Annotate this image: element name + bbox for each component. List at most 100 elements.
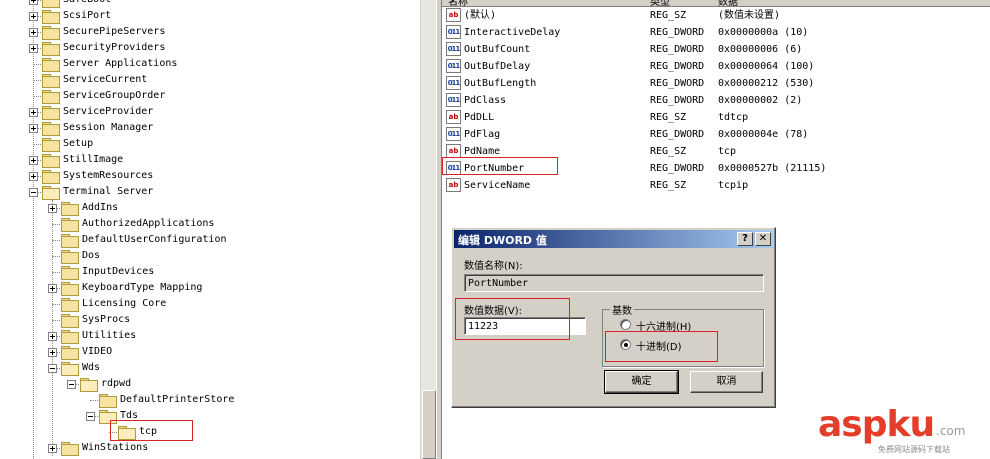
cancel-button[interactable]: 取消 xyxy=(690,371,763,393)
expand-plus-icon[interactable] xyxy=(48,332,57,341)
expand-plus-icon[interactable] xyxy=(48,444,57,453)
radio-hex[interactable] xyxy=(620,319,631,330)
tree-node-rdpwd[interactable]: rdpwd xyxy=(0,376,420,392)
folder-icon xyxy=(42,0,60,8)
tree-node-servicecurrent[interactable]: ServiceCurrent xyxy=(0,72,420,88)
folder-open-icon xyxy=(61,362,79,376)
close-button[interactable]: ✕ xyxy=(755,232,771,246)
value-row[interactable]: 011 PdClass REG_DWORD 0x00000002 (2) xyxy=(442,92,990,109)
tree-node-securepipeservers[interactable]: SecurePipeServers xyxy=(0,24,420,40)
tree-node-label: SafeBoot xyxy=(63,0,111,8)
collapse-minus-icon[interactable] xyxy=(67,380,76,389)
tree-node-dos[interactable]: Dos xyxy=(0,248,420,264)
folder-icon xyxy=(42,122,60,136)
value-type: REG_SZ xyxy=(650,112,687,123)
tree-node-label: SysProcs xyxy=(82,314,131,325)
tree-node-label: WinStations xyxy=(82,442,149,453)
folder-icon xyxy=(61,346,79,360)
expand-plus-icon[interactable] xyxy=(29,12,38,21)
ok-button[interactable]: 确定 xyxy=(604,370,679,394)
tree-node-label: SecurePipeServers xyxy=(63,26,166,37)
expand-plus-icon[interactable] xyxy=(29,172,38,181)
binary-value-icon: 011 xyxy=(446,25,461,39)
tree-scrollbar[interactable] xyxy=(420,0,436,459)
tree-node-setup[interactable]: Setup xyxy=(0,136,420,152)
tree-node-label: KeyboardType Mapping xyxy=(82,282,203,293)
tree-node-sysprocs[interactable]: SysProcs xyxy=(0,312,420,328)
tree-node-defaultprinterstore[interactable]: DefaultPrinterStore xyxy=(0,392,420,408)
value-row[interactable]: 011 OutBufCount REG_DWORD 0x00000006 (6) xyxy=(442,41,990,58)
scrollbar-thumb[interactable] xyxy=(422,390,436,459)
folder-open-icon xyxy=(80,378,98,392)
tree-node-server-applications[interactable]: Server Applications xyxy=(0,56,420,72)
tree-node-licensing-core[interactable]: Licensing Core xyxy=(0,296,420,312)
tree-node-servicegrouporder[interactable]: ServiceGroupOrder xyxy=(0,88,420,104)
string-value-icon: ab xyxy=(446,178,461,192)
tree-node-defaultuserconfiguration[interactable]: DefaultUserConfiguration xyxy=(0,232,420,248)
tree-node-addins[interactable]: AddIns xyxy=(0,200,420,216)
value-row[interactable]: 011 OutBufLength REG_DWORD 0x00000212 (530) xyxy=(442,75,990,92)
expand-plus-icon[interactable] xyxy=(29,28,38,37)
tree-node-authorizedapplications[interactable]: AuthorizedApplications xyxy=(0,216,420,232)
expand-plus-icon[interactable] xyxy=(48,284,57,293)
expand-plus-icon[interactable] xyxy=(29,124,38,133)
tree-node-label: InputDevices xyxy=(82,266,155,277)
tree-node-wds[interactable]: Wds xyxy=(0,360,420,376)
value-type: REG_DWORD xyxy=(650,129,705,140)
folder-icon xyxy=(61,330,79,344)
watermark-domain: .com xyxy=(936,424,966,438)
value-row[interactable]: 011 PdFlag REG_DWORD 0x0000004e (78) xyxy=(442,126,990,143)
value-row[interactable]: 011 OutBufDelay REG_DWORD 0x00000064 (100) xyxy=(442,58,990,75)
tree-node-utilities[interactable]: Utilities xyxy=(0,328,420,344)
tree-node-video[interactable]: VIDEO xyxy=(0,344,420,360)
tree-node-label: Terminal Server xyxy=(63,186,154,197)
tree-node-inputdevices[interactable]: InputDevices xyxy=(0,264,420,280)
tree-node-label: Wds xyxy=(82,362,101,373)
value-name: PdClass xyxy=(464,95,507,106)
value-row[interactable]: 011 InteractiveDelay REG_DWORD 0x0000000a (… xyxy=(442,24,990,41)
expand-plus-icon[interactable] xyxy=(48,204,57,213)
value-name-label: 数值名称(N): xyxy=(464,261,523,272)
tree-node-keyboardtype-mapping[interactable]: KeyboardType Mapping xyxy=(0,280,420,296)
tree-node-winstations[interactable]: WinStations xyxy=(0,440,420,456)
tree-node-securityproviders[interactable]: SecurityProviders xyxy=(0,40,420,56)
value-type: REG_DWORD xyxy=(650,163,705,174)
value-row[interactable]: ab (默认) REG_SZ (数值未设置) xyxy=(442,7,990,24)
value-data: 0x00000006 (6) xyxy=(718,44,803,55)
tree-node-terminal-server[interactable]: Terminal Server xyxy=(0,184,420,200)
collapse-minus-icon[interactable] xyxy=(29,188,38,197)
tree-node-label: ServiceProvider xyxy=(63,106,154,117)
tree-node-session-manager[interactable]: Session Manager xyxy=(0,120,420,136)
expand-plus-icon[interactable] xyxy=(29,44,38,53)
collapse-minus-icon[interactable] xyxy=(86,412,95,421)
annotation-box-portnumber xyxy=(442,157,558,175)
tree-node-serviceprovider[interactable]: ServiceProvider xyxy=(0,104,420,120)
expand-plus-icon[interactable] xyxy=(29,156,38,165)
value-name: PdDLL xyxy=(464,112,495,123)
tree-node-tcp[interactable]: tcp xyxy=(0,424,420,440)
expand-plus-icon[interactable] xyxy=(48,348,57,357)
dialog-titlebar[interactable]: 编辑 DWORD 值 ? ✕ xyxy=(454,230,773,248)
value-data: 0x0000527b (21115) xyxy=(718,163,827,174)
value-name: OutBufCount xyxy=(464,44,531,55)
expand-plus-icon[interactable] xyxy=(29,108,38,117)
expand-plus-icon[interactable] xyxy=(29,0,38,5)
watermark-subtitle: 免费网站源码下载站 xyxy=(878,445,950,454)
folder-icon xyxy=(42,90,60,104)
tree-node-tds[interactable]: Tds xyxy=(0,408,420,424)
registry-tree[interactable]: SafeBoot ScsiPort SecurePipeServers Securit… xyxy=(0,0,436,459)
value-type: REG_SZ xyxy=(650,146,687,157)
help-button[interactable]: ? xyxy=(737,232,753,246)
tree-node-safeboot[interactable]: SafeBoot xyxy=(0,0,420,8)
tree-node-label: ServiceCurrent xyxy=(63,74,148,85)
value-row[interactable]: ab PdDLL REG_SZ tdtcp xyxy=(442,109,990,126)
tree-node-scsiport[interactable]: ScsiPort xyxy=(0,8,420,24)
tree-node-systemresources[interactable]: SystemResources xyxy=(0,168,420,184)
folder-icon xyxy=(42,58,60,72)
collapse-minus-icon[interactable] xyxy=(48,364,57,373)
value-row[interactable]: ab ServiceName REG_SZ tcpip xyxy=(442,177,990,194)
value-type: REG_DWORD xyxy=(650,78,705,89)
value-type: REG_DWORD xyxy=(650,61,705,72)
tree-node-stillimage[interactable]: StillImage xyxy=(0,152,420,168)
binary-value-icon: 011 xyxy=(446,93,461,107)
